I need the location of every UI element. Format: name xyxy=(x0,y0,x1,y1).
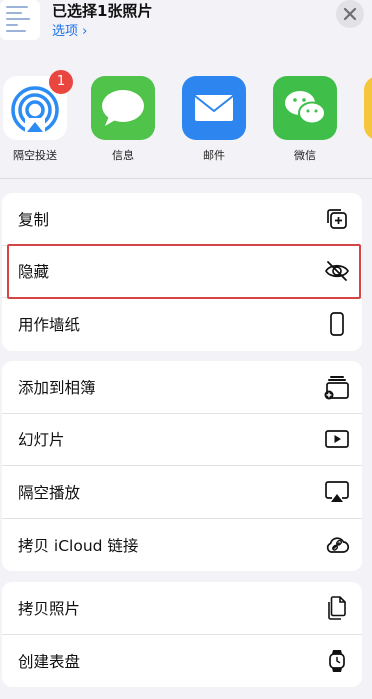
share-sheet: 已选择1张照片 选项 › 1 隔空投送 信息 邮件 微信 复制 隐藏 用作墙纸 … xyxy=(0,0,372,699)
app-partial[interactable] xyxy=(359,76,372,140)
action-hide[interactable]: 隐藏 xyxy=(2,246,362,298)
app-label: 邮件 xyxy=(203,149,225,162)
wechat-icon xyxy=(273,76,337,140)
action-label: 幻灯片 xyxy=(18,431,65,450)
add-to-album-icon xyxy=(324,375,349,400)
action-airplay[interactable]: 隔空播放 xyxy=(2,466,362,519)
action-copy-icloud-link[interactable]: 拷贝 iCloud 链接 xyxy=(2,519,362,572)
options-link[interactable]: 选项 › xyxy=(52,20,87,39)
eye-slash-icon xyxy=(325,261,349,282)
action-label: 拷贝 iCloud 链接 xyxy=(18,536,139,555)
action-label: 隐藏 xyxy=(18,263,50,282)
action-group-1: 复制 隐藏 用作墙纸 xyxy=(2,193,362,351)
share-header: 已选择1张照片 选项 › xyxy=(0,0,372,56)
action-wallpaper[interactable]: 用作墙纸 xyxy=(2,298,362,351)
action-copy[interactable]: 复制 xyxy=(2,193,362,246)
action-label: 拷贝照片 xyxy=(18,599,81,618)
app-mail[interactable]: 邮件 xyxy=(177,76,251,163)
notification-badge: 1 xyxy=(49,70,73,94)
watch-icon xyxy=(329,649,345,672)
notes-icon xyxy=(364,76,372,140)
section-divider xyxy=(0,178,372,179)
action-group-2: 添加到相簿 幻灯片 隔空播放 拷贝 iCloud 链接 xyxy=(2,361,362,571)
app-label: 微信 xyxy=(294,149,316,162)
action-label: 用作墙纸 xyxy=(18,316,81,335)
mail-icon xyxy=(182,76,246,140)
app-label: 信息 xyxy=(112,149,134,162)
action-label: 复制 xyxy=(18,210,50,229)
action-label: 隔空播放 xyxy=(18,483,81,502)
action-add-to-album[interactable]: 添加到相簿 xyxy=(2,361,362,414)
copy-photo-icon xyxy=(328,595,346,620)
close-icon xyxy=(343,7,357,21)
action-copy-photo[interactable]: 拷贝照片 xyxy=(2,582,362,635)
copy-icon xyxy=(327,208,347,229)
close-button[interactable] xyxy=(336,0,364,28)
app-airdrop[interactable]: 1 隔空投送 xyxy=(0,70,73,163)
phone-icon xyxy=(330,312,344,337)
action-label: 创建表盘 xyxy=(18,652,81,671)
play-icon xyxy=(325,430,349,449)
action-group-3: 拷贝照片 创建表盘 xyxy=(2,582,362,687)
messages-icon xyxy=(91,76,155,140)
action-label: 添加到相簿 xyxy=(18,378,96,397)
action-create-watch-face[interactable]: 创建表盘 xyxy=(2,635,362,688)
app-messages[interactable]: 信息 xyxy=(86,76,160,163)
photo-thumbnail[interactable] xyxy=(0,0,40,40)
cloud-link-icon xyxy=(326,537,350,553)
action-slideshow[interactable]: 幻灯片 xyxy=(2,414,362,466)
share-apps-row: 1 隔空投送 信息 邮件 微信 xyxy=(0,70,372,176)
airplay-icon xyxy=(325,480,349,502)
airdrop-icon: 1 xyxy=(3,70,73,140)
app-label: 隔空投送 xyxy=(13,149,57,162)
app-wechat[interactable]: 微信 xyxy=(268,76,342,163)
selection-title: 已选择1张照片 xyxy=(52,2,153,20)
